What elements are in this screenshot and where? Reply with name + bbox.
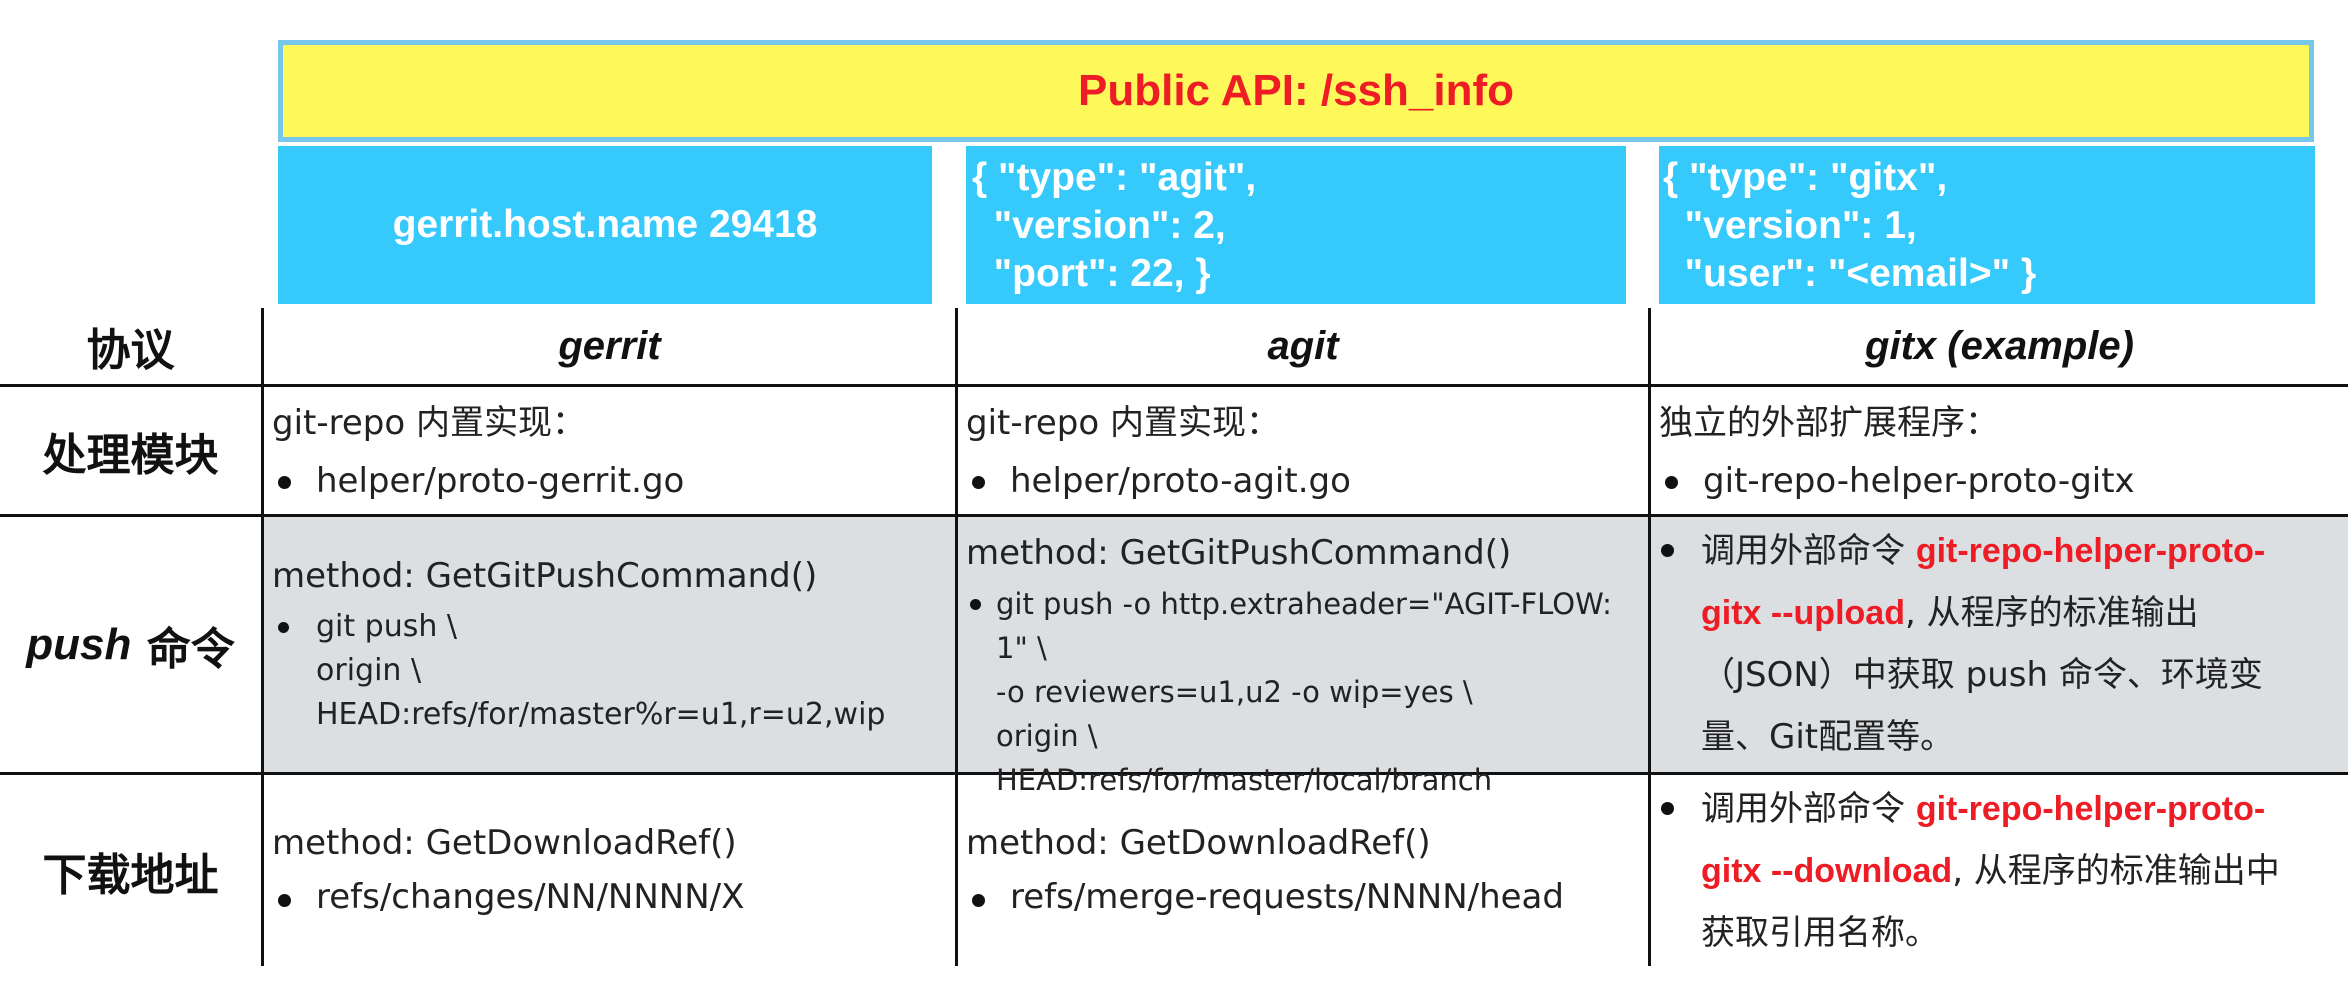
column-header-agit: agit <box>958 308 1648 384</box>
module-description: 独立的外部扩展程序： <box>1659 403 1999 443</box>
agit-response-line: "version": 2, <box>972 204 1226 247</box>
api-title: Public API: /ssh_info <box>1078 66 1514 115</box>
agit-response-line: "port": 22, } <box>972 252 1211 295</box>
download-gitx-command: git-repo-helper-proto- <box>1915 790 2266 828</box>
push-gitx-text: 量、Git配置等。 <box>1701 717 1955 757</box>
column-header-gitx: gitx (example) <box>1651 308 2348 384</box>
row-label-text: 处理模块 <box>42 429 219 481</box>
column-header-gerrit: gerrit <box>264 308 955 384</box>
push-gitx-command: gitx --upload <box>1701 594 1905 632</box>
push-gitx-text: （JSON）中获取 push 命令、环境变 <box>1701 655 2263 695</box>
download-method: method: GetDownloadRef() <box>966 823 1431 863</box>
row-label-text: 协议 <box>86 325 175 376</box>
download-gitx-command: gitx --download <box>1701 852 1953 890</box>
push-command-line: HEAD:refs/for/master%r=u1,r=u2,wip <box>316 697 886 732</box>
gitx-response-line: { "type": "gitx", <box>1663 156 1948 199</box>
row-label-protocol: 协议 <box>0 308 261 384</box>
agit-response-box: { "type": "agit", "version": 2, "port": … <box>966 146 1626 304</box>
download-cell-gitx: 调用外部命令 git-repo-helper-proto- gitx --dow… <box>1653 778 2345 964</box>
agit-response-line: { "type": "agit", <box>972 156 1257 199</box>
row-label-module: 处理模块 <box>0 387 261 514</box>
column-header-text: agit <box>1267 323 1339 368</box>
module-description: git-repo 内置实现： <box>966 403 1280 443</box>
api-banner: Public API: /ssh_info <box>278 40 2314 142</box>
column-header-text: gerrit <box>558 323 661 368</box>
download-gitx-text: 获取引用名称。 <box>1701 913 1939 953</box>
push-cell-gitx: 调用外部命令 git-repo-helper-proto- gitx --upl… <box>1653 520 2345 768</box>
download-external-command: 调用外部命令 git-repo-helper-proto- gitx --dow… <box>1653 778 2345 964</box>
download-cell-agit: method: GetDownloadRef() refs/merge-requ… <box>958 816 1648 924</box>
download-gitx-pre: 调用外部命令 <box>1701 789 1916 829</box>
grid-line <box>0 384 2348 387</box>
push-gitx-pre: 调用外部命令 <box>1701 531 1916 571</box>
push-gitx-command: git-repo-helper-proto- <box>1915 532 2266 570</box>
push-method: method: GetGitPushCommand() <box>966 533 1512 573</box>
module-cell-gerrit: git-repo 内置实现： helper/proto-gerrit.go <box>264 394 954 510</box>
push-command-line: -o reviewers=u1,u2 -o wip=yes \ <box>996 675 1473 709</box>
download-ref: refs/changes/NN/NNNN/X <box>272 870 954 924</box>
download-gitx-text: , 从程序的标准输出中 <box>1952 851 2280 891</box>
module-description: git-repo 内置实现： <box>272 403 586 443</box>
push-command-line: git push -o http.extraheader="AGIT-FLOW:… <box>966 582 1648 670</box>
module-cell-gitx: 独立的外部扩展程序： git-repo-helper-proto-gitx <box>1651 394 2348 510</box>
module-file: helper/proto-agit.go <box>966 452 1648 510</box>
gitx-response-line: "version": 1, <box>1663 204 1917 247</box>
module-file: helper/proto-gerrit.go <box>272 452 954 510</box>
row-label-text: 下载地址 <box>42 849 219 901</box>
push-external-command: 调用外部命令 git-repo-helper-proto- gitx --upl… <box>1653 520 2345 768</box>
push-command-line: origin \ <box>996 719 1098 753</box>
grid-line <box>0 514 2348 517</box>
push-command-line: HEAD:refs/for/master/local/branch <box>996 763 1493 797</box>
gitx-response-box: { "type": "gitx", "version": 1, "user": … <box>1659 146 2315 304</box>
push-gitx-text: , 从程序的标准输出 <box>1904 593 2199 633</box>
download-method: method: GetDownloadRef() <box>272 823 737 863</box>
row-label-push: push 命令 <box>0 517 261 772</box>
push-command-line: git push \ <box>272 605 954 649</box>
module-cell-agit: git-repo 内置实现： helper/proto-agit.go <box>958 394 1648 510</box>
gerrit-response-text: gerrit.host.name 29418 <box>392 203 818 246</box>
push-command-line: origin \ <box>316 653 422 688</box>
column-header-text: gitx (example) <box>1865 323 2134 368</box>
row-label-push-em: push <box>26 619 132 669</box>
gerrit-response-box: gerrit.host.name 29418 <box>278 146 932 304</box>
gitx-response-line: "user": "<email>" } <box>1663 252 2037 295</box>
push-cell-agit: method: GetGitPushCommand() git push -o … <box>958 524 1648 802</box>
push-cell-gerrit: method: GetGitPushCommand() git push \ o… <box>264 547 954 737</box>
download-cell-gerrit: method: GetDownloadRef() refs/changes/NN… <box>264 816 954 924</box>
push-method: method: GetGitPushCommand() <box>272 556 818 596</box>
row-label-push-rest: 命令 <box>131 623 235 675</box>
row-label-download: 下载地址 <box>0 775 261 966</box>
download-ref: refs/merge-requests/NNNN/head <box>966 870 1648 924</box>
module-file: git-repo-helper-proto-gitx <box>1659 452 2348 510</box>
